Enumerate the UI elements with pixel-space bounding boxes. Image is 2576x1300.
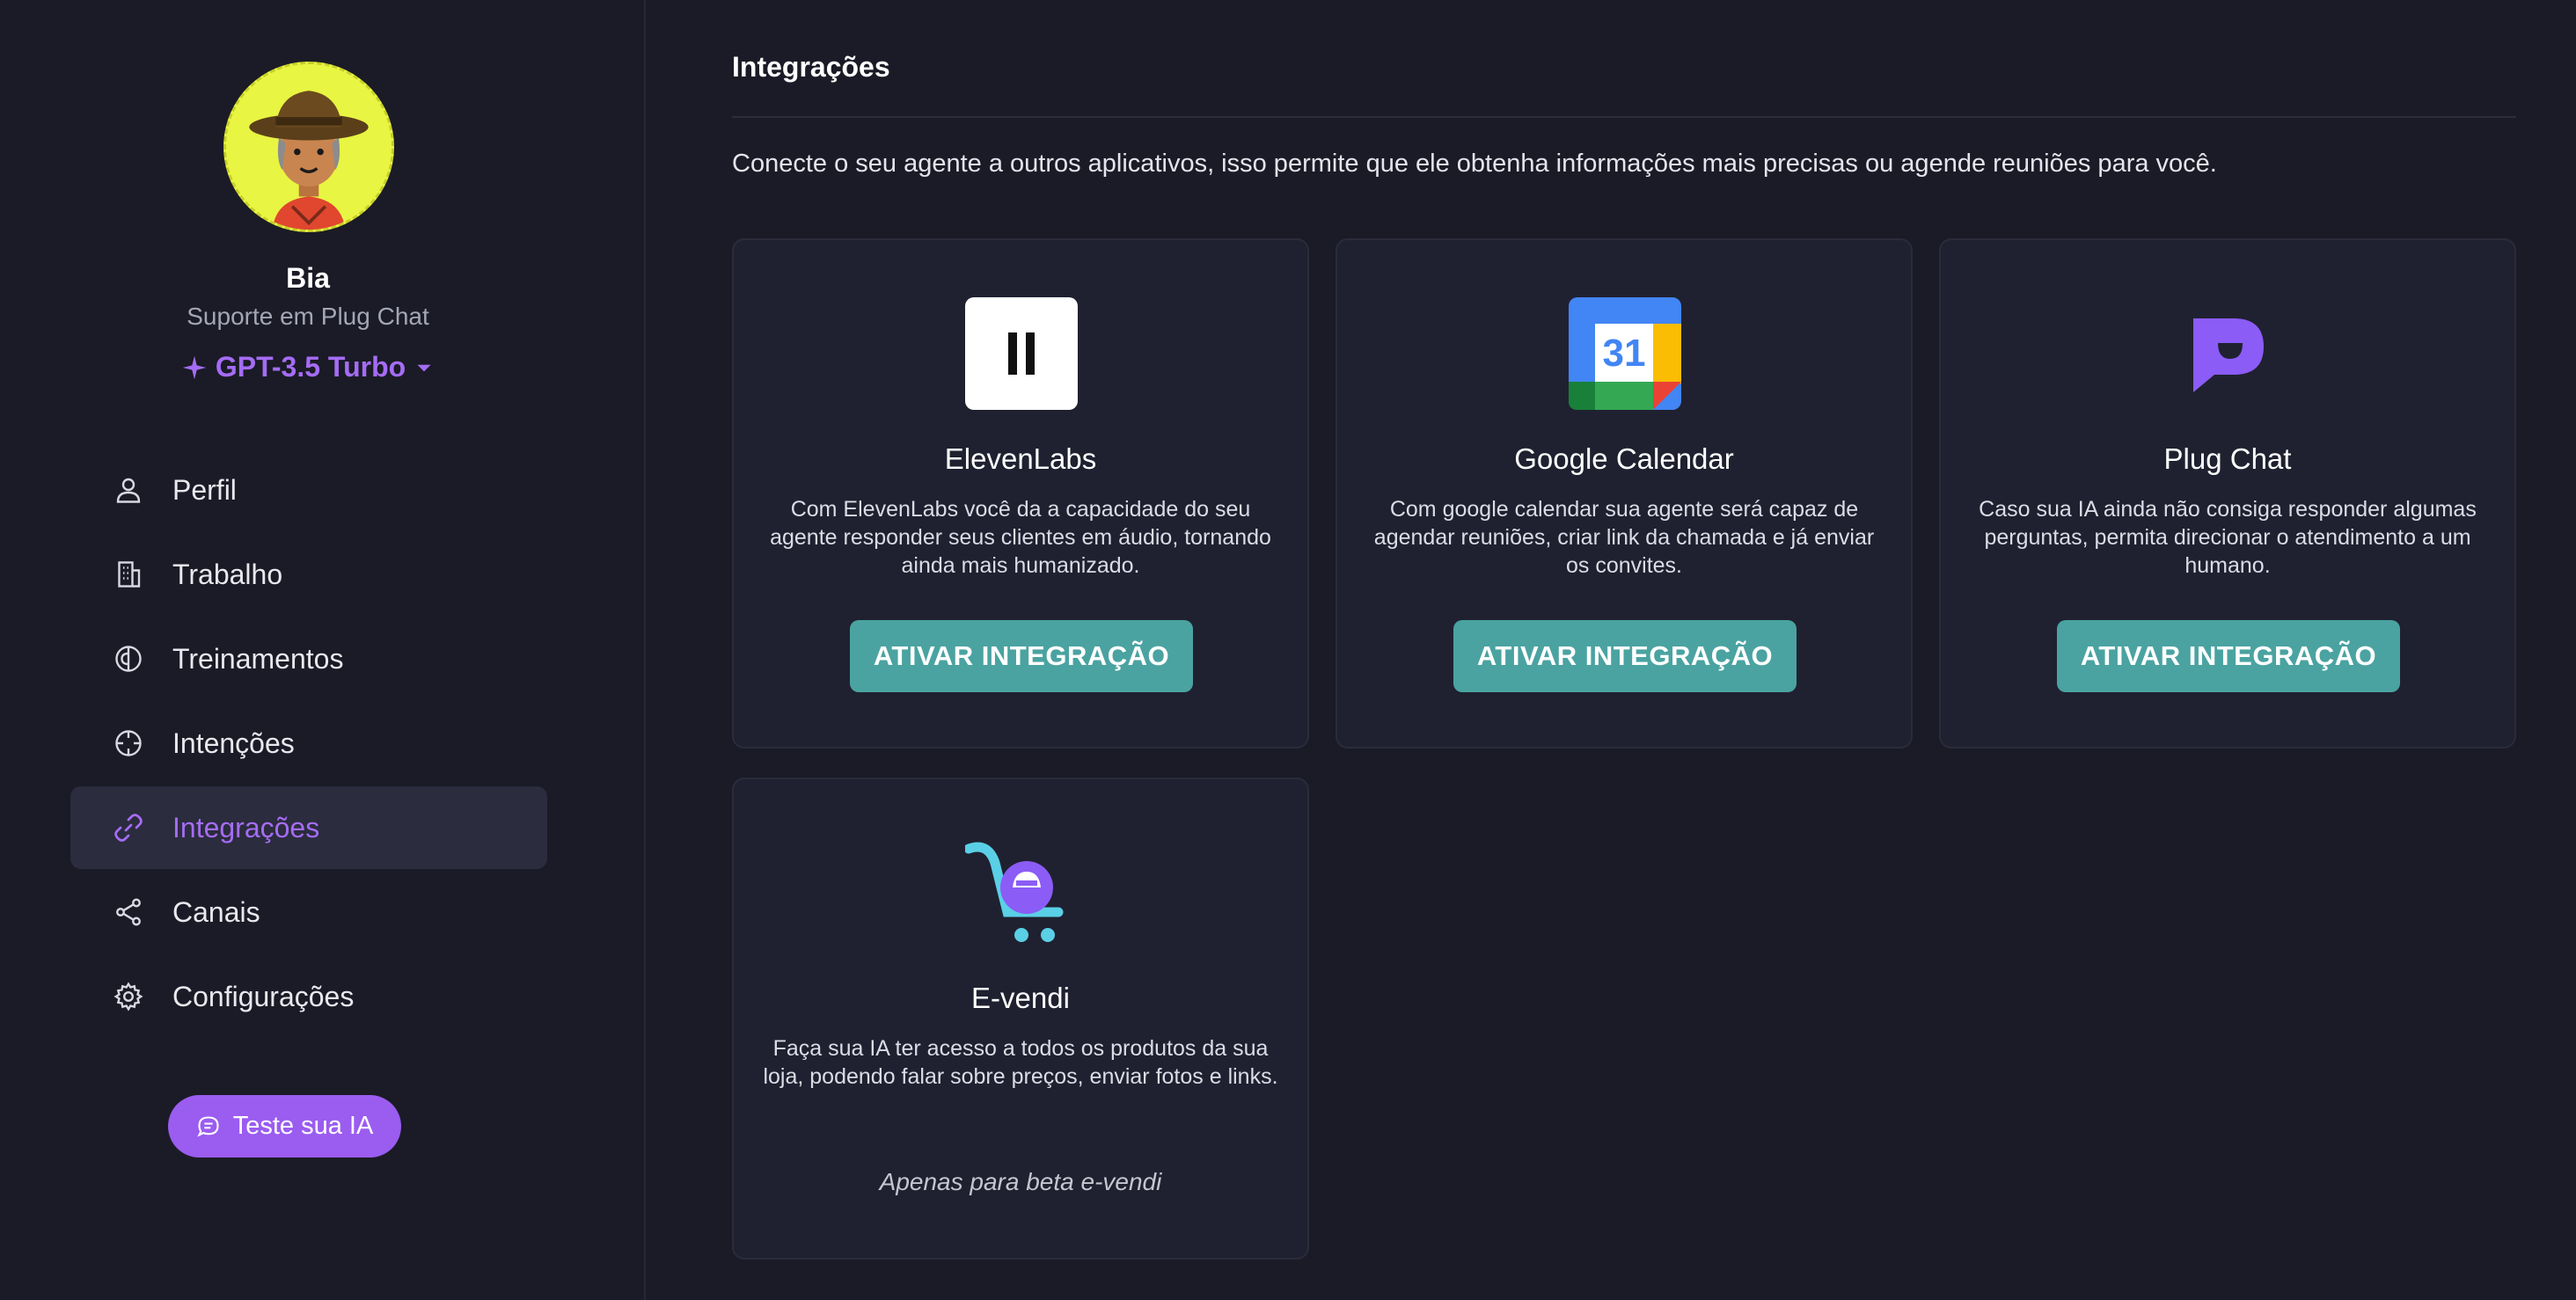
nav-item-perfil[interactable]: Perfil [70, 449, 547, 531]
integration-name: Google Calendar [1514, 442, 1734, 475]
integration-description: Com google calendar sua agente será capa… [1373, 497, 1875, 578]
integration-name: ElevenLabs [944, 442, 1097, 475]
user-icon [111, 472, 146, 508]
nav-item-label: Configurações [172, 980, 355, 1012]
avatar-illustration [226, 64, 392, 230]
model-selector[interactable]: GPT-3.5 Turbo [0, 351, 616, 383]
model-label: GPT-3.5 Turbo [215, 351, 406, 383]
activate-integration-button[interactable]: ATIVAR INTEGRAÇÃO [850, 620, 1193, 692]
plug-chat-logo [2171, 296, 2286, 411]
elevenlabs-logo [964, 296, 1079, 411]
agent-name: Bia [286, 262, 330, 294]
e-vendi-logo [964, 836, 1079, 950]
google-calendar-logo: 31 [1568, 296, 1682, 411]
agent-avatar[interactable] [223, 62, 394, 232]
caret-down-icon [417, 364, 431, 371]
sidebar: Bia Suporte em Plug Chat GPT-3.5 Turbo P… [0, 0, 646, 1300]
integration-name: Plug Chat [2163, 442, 2292, 475]
sparkle-icon [182, 355, 207, 379]
nav-item-trabalho[interactable]: Trabalho [70, 533, 547, 616]
crosshair-icon [111, 726, 146, 761]
brain-icon [111, 641, 146, 676]
integration-description: Caso sua IA ainda não consiga responder … [1979, 497, 2477, 578]
nav-item-label: Perfil [172, 473, 237, 506]
page-description: Conecte o seu agente a outros aplicativo… [732, 150, 2217, 178]
building-icon [111, 557, 146, 592]
integration-name: E-vendi [971, 982, 1070, 1014]
activate-integration-button[interactable]: ATIVAR INTEGRAÇÃO [2057, 620, 2400, 692]
nav-item-label: Treinamentos [172, 642, 344, 675]
integration-description: Faça sua IA ter acesso a todos os produt… [763, 1036, 1278, 1089]
integration-card-plug-chat: Plug Chat Caso sua IA ainda não consiga … [1939, 238, 2516, 749]
integration-card-google-calendar: 31 Google Calendar Com google calendar s… [1336, 238, 1913, 749]
nav-item-configuracoes[interactable]: Configurações [70, 955, 547, 1038]
page-title: Integrações [732, 51, 890, 83]
divider [732, 116, 2516, 118]
nav-item-intencoes[interactable]: Intenções [70, 702, 547, 785]
test-ai-button[interactable]: Teste sua IA [168, 1095, 401, 1158]
gear-icon [111, 979, 146, 1014]
beta-note: Apenas para beta e-vendi [879, 1168, 1162, 1195]
svg-text:31: 31 [1603, 332, 1646, 375]
agent-role: Suporte em Plug Chat [187, 303, 429, 330]
sidebar-nav: Perfil Trabalho Treinamentos Intenções I… [70, 449, 547, 1040]
nav-item-treinamentos[interactable]: Treinamentos [70, 617, 547, 700]
share-icon [111, 895, 146, 930]
chat-bubble-icon [197, 1115, 219, 1137]
link-icon [111, 810, 146, 845]
integration-card-e-vendi: E-vendi Faça sua IA ter acesso a todos o… [732, 778, 1309, 1260]
nav-item-label: Trabalho [172, 558, 283, 590]
test-ai-label: Teste sua IA [232, 1112, 374, 1140]
integration-card-elevenlabs: ElevenLabs Com ElevenLabs você da a capa… [732, 238, 1309, 749]
nav-item-label: Intenções [172, 727, 295, 759]
nav-item-label: Canais [172, 895, 260, 928]
integration-description: Com ElevenLabs você da a capacidade do s… [770, 497, 1271, 578]
nav-item-label: Integrações [172, 811, 320, 844]
app-root: Bia Suporte em Plug Chat GPT-3.5 Turbo P… [0, 0, 2576, 1300]
activate-integration-button[interactable]: ATIVAR INTEGRAÇÃO [1453, 620, 1797, 692]
nav-item-integracoes[interactable]: Integrações [70, 786, 547, 869]
nav-item-canais[interactable]: Canais [70, 871, 547, 953]
